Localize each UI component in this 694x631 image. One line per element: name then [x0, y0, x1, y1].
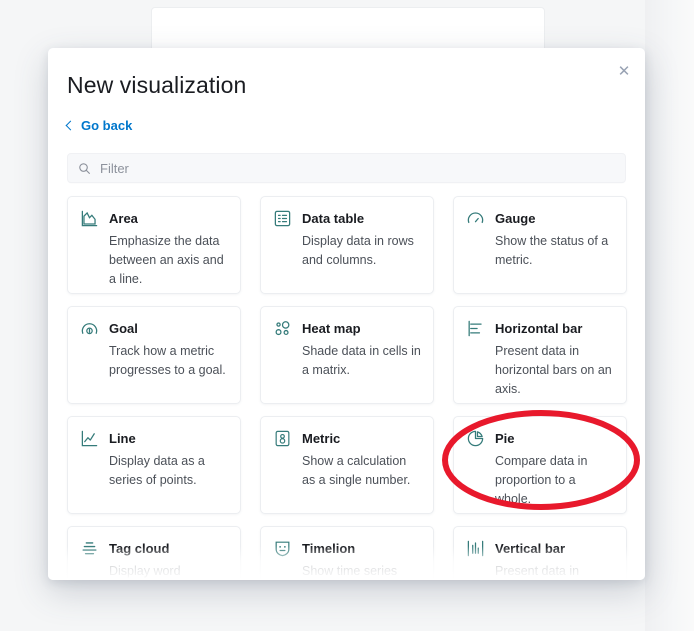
go-back-link[interactable]: Go back: [65, 118, 133, 133]
metric-number-icon: [275, 430, 290, 447]
viz-card-description: Track how a metric progresses to a goal.: [109, 344, 226, 377]
viz-card-title: Area: [109, 211, 138, 226]
viz-card-description: Display word frequency with font size.: [109, 564, 181, 578]
viz-card-pie[interactable]: Pie Compare data in proportion to a whol…: [453, 416, 627, 514]
viz-card-title: Pie: [495, 431, 515, 446]
viz-card-title: Vertical bar: [495, 541, 566, 556]
vertical-bar-icon: [467, 540, 484, 557]
viz-card-title: Gauge: [495, 211, 536, 226]
horizontal-bar-icon: [468, 320, 482, 337]
viz-card-title: Goal: [109, 321, 138, 336]
viz-card-description: Present data in vertical bars on an axis…: [495, 564, 580, 578]
viz-card-description: Show the status of a metric.: [495, 234, 609, 267]
chevron-left-icon: [65, 120, 76, 130]
viz-card-line[interactable]: Line Display data as a series of points.: [67, 416, 241, 514]
background-right-edge: [645, 0, 694, 631]
page-title: New visualization: [67, 72, 247, 98]
viz-card-title: Line: [109, 431, 136, 446]
viz-card-heat-map[interactable]: Heat map Shade data in cells in a matrix…: [260, 306, 434, 404]
heat-map-icon: [275, 321, 290, 336]
table-icon: [274, 210, 291, 227]
pie-chart-icon: [467, 430, 484, 447]
viz-card-vertical-bar[interactable]: Vertical bar Present data in vertical ba…: [453, 526, 627, 580]
go-back-label: Go back: [81, 118, 133, 133]
viz-card-metric[interactable]: Metric Show a calculation as a single nu…: [260, 416, 434, 514]
viz-card-horizontal-bar[interactable]: Horizontal bar Present data in horizonta…: [453, 306, 627, 404]
viz-card-description: Emphasize the data between an axis and a…: [109, 234, 224, 286]
viz-card-tag-cloud[interactable]: Tag cloud Display word frequency with fo…: [67, 526, 241, 580]
viz-card-title: Data table: [302, 211, 365, 226]
viz-card-description: Compare data in proportion to a whole.: [495, 454, 588, 506]
viz-card-area[interactable]: Area Emphasize the data between an axis …: [67, 196, 241, 294]
viz-card-title: Metric: [302, 431, 341, 446]
viz-card-title: Tag cloud: [109, 541, 170, 556]
gauge-icon: [467, 212, 484, 224]
area-chart-icon: [81, 210, 98, 227]
new-visualization-modal: ✕ New visualization Go back Area Emphasi…: [48, 48, 645, 580]
viz-card-description: Present data in horizontal bars on an ax…: [495, 344, 612, 396]
close-icon[interactable]: ✕: [611, 58, 637, 84]
visualization-type-grid: Area Emphasize the data between an axis …: [67, 196, 627, 580]
viz-card-title: Heat map: [302, 321, 361, 336]
viz-card-description: Display data as a series of points.: [109, 454, 205, 487]
viz-card-description: Display data in rows and columns.: [302, 234, 414, 267]
search-input[interactable]: [100, 160, 615, 176]
viz-card-goal[interactable]: Goal Track how a metric progresses to a …: [67, 306, 241, 404]
viz-card-description: Shade data in cells in a matrix.: [302, 344, 421, 377]
viz-card-gauge[interactable]: Gauge Show the status of a metric.: [453, 196, 627, 294]
timelion-icon: [275, 541, 290, 557]
viz-card-timelion[interactable]: Timelion Show time series data on a grap…: [260, 526, 434, 580]
viz-card-data-table[interactable]: Data table Display data in rows and colu…: [260, 196, 434, 294]
goal-icon: [81, 323, 98, 335]
search-icon: [79, 162, 90, 174]
tag-cloud-icon: [82, 542, 97, 555]
filter-field[interactable]: [67, 153, 626, 183]
viz-card-description: Show time series data on a graph.: [302, 564, 398, 578]
line-chart-icon: [81, 430, 98, 447]
viz-card-description: Show a calculation as a single number.: [302, 454, 411, 487]
viz-card-title: Timelion: [302, 541, 356, 556]
viz-card-title: Horizontal bar: [495, 321, 583, 336]
